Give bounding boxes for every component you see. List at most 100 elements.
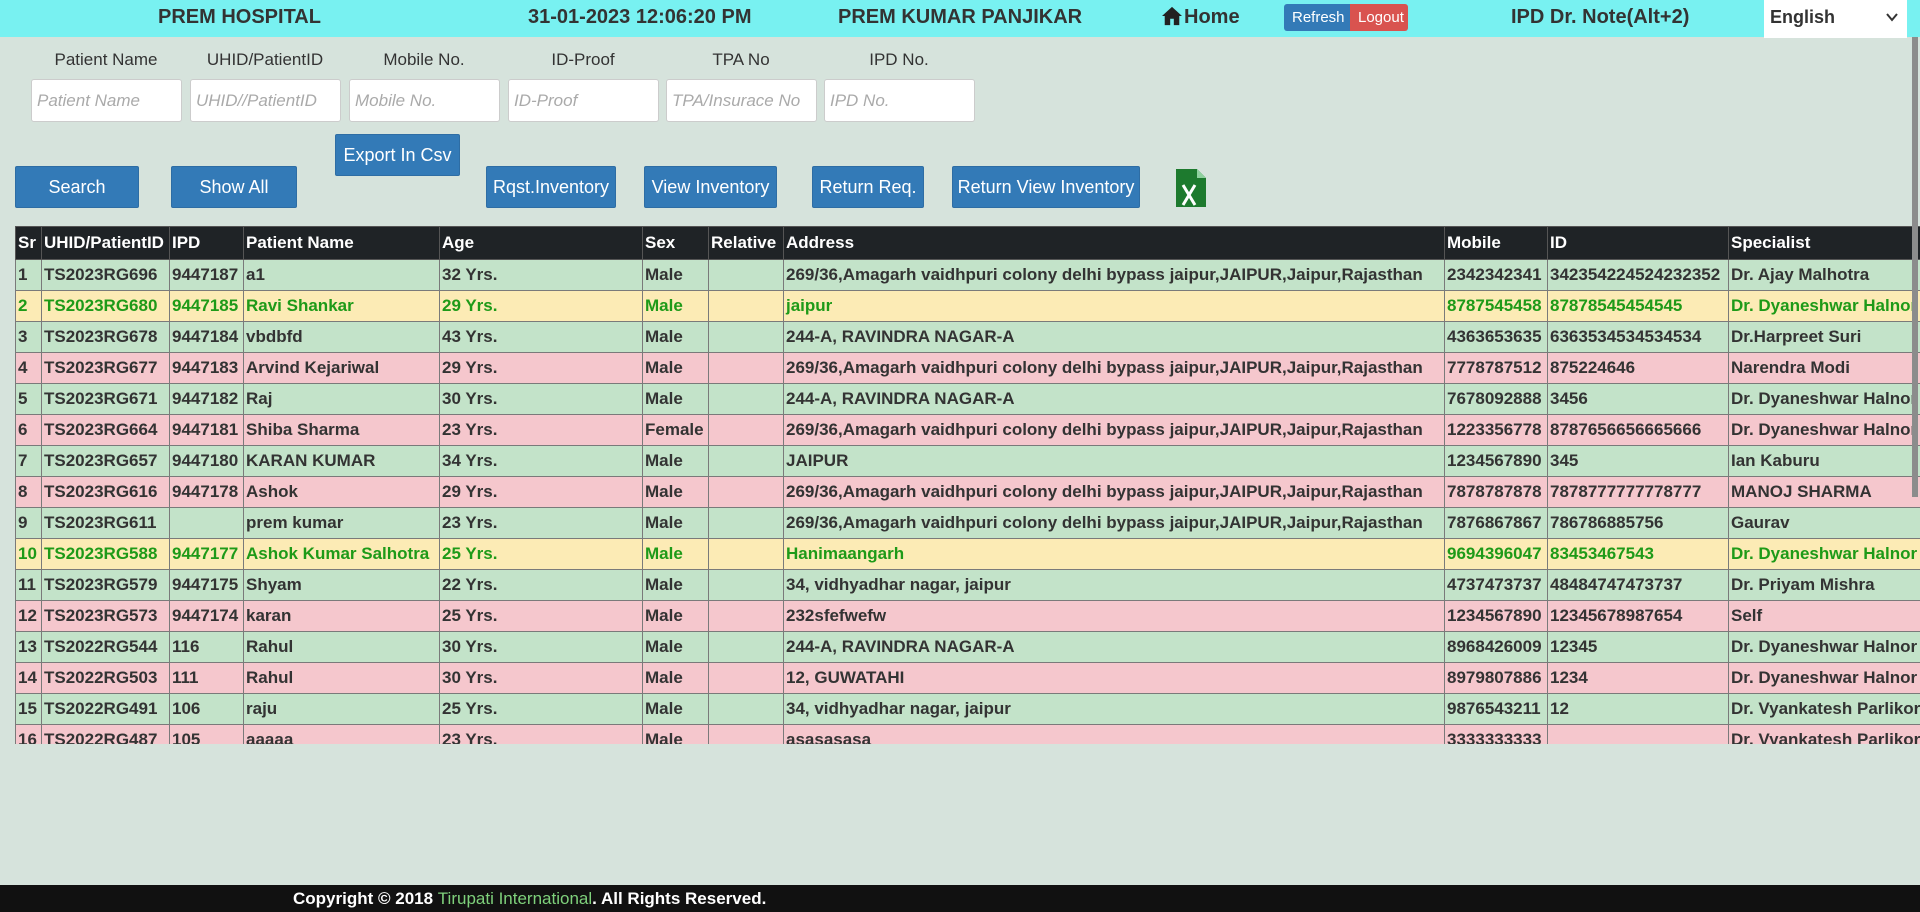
table-cell: Gaurav	[1728, 507, 1920, 539]
table-cell: 48484747473737	[1547, 569, 1729, 601]
table-row[interactable]: 4 TS2023RG677 9447183 Arvind Kejariwal 29 Yr…	[15, 352, 1920, 384]
table-cell: Male	[642, 662, 709, 694]
table-cell: 1223356778	[1444, 414, 1548, 446]
language-select[interactable]: English	[1764, 0, 1907, 38]
ipd-no-input[interactable]	[824, 79, 975, 122]
table-cell: Male	[642, 321, 709, 353]
table-cell: Dr. Dyaneshwar Halnor	[1728, 383, 1920, 415]
table-cell: 4	[15, 352, 42, 384]
table-cell: Shiba Sharma	[243, 414, 440, 446]
table-row[interactable]: 7 TS2023RG657 9447180 KARAN KUMAR 34 Yrs. Mal…	[15, 445, 1920, 477]
table-cell: 12345678987654	[1547, 600, 1729, 632]
table-row[interactable]: 1 TS2023RG696 9447187 a1 32 Yrs. Male 269/36,A…	[15, 259, 1920, 291]
table-row[interactable]: 6 TS2023RG664 9447181 Shiba Sharma 23 Yrs. Fe…	[15, 414, 1920, 446]
home-link[interactable]: Home	[1161, 0, 1240, 37]
id-proof-input[interactable]	[508, 79, 659, 122]
table-row[interactable]: 13 TS2022RG544 116 Rahul 30 Yrs. Male 244-A, R…	[15, 631, 1920, 663]
table-cell: 4737473737	[1444, 569, 1548, 601]
show-all-button[interactable]: Show All	[171, 166, 297, 208]
table-cell: Dr. Priyam Mishra	[1728, 569, 1920, 601]
table-cell: 244-A, RAVINDRA NAGAR-A	[783, 321, 1445, 353]
tpa-no-input[interactable]	[666, 79, 817, 122]
table-cell: 29 Yrs.	[439, 290, 643, 322]
rqst-inventory-button[interactable]: Rqst.Inventory	[486, 166, 616, 208]
table-cell: TS2023RG696	[41, 259, 170, 291]
table-row[interactable]: 15 TS2022RG491 106 raju 25 Yrs. Male 34, vidhy…	[15, 693, 1920, 725]
table-cell: 786786885756	[1547, 507, 1729, 539]
table-cell: TS2022RG503	[41, 662, 170, 694]
return-req-button[interactable]: Return Req.	[812, 166, 924, 208]
table-row[interactable]: 11 TS2023RG579 9447175 Shyam 22 Yrs. Male 34, …	[15, 569, 1920, 601]
logout-button[interactable]: Logout	[1350, 4, 1408, 31]
table-row[interactable]: 5 TS2023RG671 9447182 Raj 30 Yrs. Male 244-A, …	[15, 383, 1920, 415]
table-cell: 2342342341	[1444, 259, 1548, 291]
table-cell	[708, 724, 784, 744]
excel-icon[interactable]	[1176, 169, 1206, 207]
table-cell: 23 Yrs.	[439, 507, 643, 539]
table-cell	[708, 259, 784, 291]
patient-name-input[interactable]	[31, 79, 182, 122]
table-row[interactable]: 12 TS2023RG573 9447174 karan 25 Yrs. Male 232s…	[15, 600, 1920, 632]
table-cell: Dr. Vyankatesh Parlikor	[1728, 724, 1920, 744]
table-cell: 269/36,Amagarh vaidhpuri colony delhi by…	[783, 476, 1445, 508]
refresh-button[interactable]: Refresh	[1284, 4, 1350, 31]
table-row[interactable]: 3 TS2023RG678 9447184 vbdbfd 43 Yrs. Male 244-…	[15, 321, 1920, 353]
table-row[interactable]: 8 TS2023RG616 9447178 Ashok 29 Yrs. Male 269/3…	[15, 476, 1920, 508]
table-cell: aaaaa	[243, 724, 440, 744]
table-cell: 5	[15, 383, 42, 415]
copyright-prefix: Copyright © 2018	[293, 889, 438, 908]
top-bar: PREM HOSPITAL 31-01-2023 12:06:20 PM PRE…	[0, 0, 1920, 38]
table-cell: Hanimaangarh	[783, 538, 1445, 570]
uhid-input[interactable]	[190, 79, 341, 122]
table-cell: 9447185	[169, 290, 244, 322]
table-cell: Ashok Kumar Salhotra	[243, 538, 440, 570]
label-mobile: Mobile No.	[383, 50, 465, 69]
table-cell	[708, 414, 784, 446]
table-cell: 116	[169, 631, 244, 663]
table-cell: 8968426009	[1444, 631, 1548, 663]
table-cell: 244-A, RAVINDRA NAGAR-A	[783, 631, 1445, 663]
company-link[interactable]: Tirupati International	[438, 889, 592, 908]
table-row[interactable]: 16 TS2022RG487 105 aaaaa 23 Yrs. Male asasasas…	[15, 724, 1920, 744]
table-cell: 9447181	[169, 414, 244, 446]
table-cell: Male	[642, 290, 709, 322]
table-cell: 43 Yrs.	[439, 321, 643, 353]
label-ipd-no: IPD No.	[869, 50, 929, 69]
ipd-note-link[interactable]: IPD Dr. Note(Alt+2)	[1511, 0, 1689, 37]
vertical-scrollbar[interactable]	[1912, 37, 1918, 497]
table-cell: 111	[169, 662, 244, 694]
table-cell: 23 Yrs.	[439, 414, 643, 446]
table-cell: Male	[642, 724, 709, 744]
table-cell: 12345	[1547, 631, 1729, 663]
table-cell: 30 Yrs.	[439, 383, 643, 415]
table-cell: 9447178	[169, 476, 244, 508]
table-cell: 14	[15, 662, 42, 694]
table-cell: TS2023RG573	[41, 600, 170, 632]
table-cell	[708, 538, 784, 570]
view-inventory-button[interactable]: View Inventory	[644, 166, 777, 208]
table-cell: 9447184	[169, 321, 244, 353]
table-cell: 6	[15, 414, 42, 446]
table-cell: Male	[642, 445, 709, 477]
return-view-inventory-button[interactable]: Return View Inventory	[952, 166, 1140, 208]
table-row[interactable]: 10 TS2023RG588 9447177 Ashok Kumar Salhotra…	[15, 538, 1920, 570]
table-cell: Female	[642, 414, 709, 446]
export-csv-button[interactable]: Export In Csv	[335, 134, 460, 176]
table-cell: 4363653635	[1444, 321, 1548, 353]
table-cell: TS2023RG664	[41, 414, 170, 446]
table-row[interactable]: 9 TS2023RG611 prem kumar 23 Yrs. Male 269/36,…	[15, 507, 1920, 539]
table-cell: Male	[642, 476, 709, 508]
table-cell: Male	[642, 538, 709, 570]
table-cell: 244-A, RAVINDRA NAGAR-A	[783, 383, 1445, 415]
hospital-name: PREM HOSPITAL	[158, 6, 321, 28]
table-row[interactable]: 14 TS2022RG503 111 Rahul 30 Yrs. Male 12, GUWA…	[15, 662, 1920, 694]
column-header: Age	[439, 226, 643, 260]
table-cell	[708, 290, 784, 322]
mobile-input[interactable]	[349, 79, 500, 122]
current-datetime: 31-01-2023 12:06:20 PM	[528, 6, 752, 28]
table-row[interactable]: 2 TS2023RG680 9447185 Ravi Shankar 29 Yrs. Ma…	[15, 290, 1920, 322]
table-cell: Dr. Dyaneshwar Halnor	[1728, 538, 1920, 570]
table-cell: Male	[642, 693, 709, 725]
search-button[interactable]: Search	[15, 166, 139, 208]
table-cell: 9447177	[169, 538, 244, 570]
